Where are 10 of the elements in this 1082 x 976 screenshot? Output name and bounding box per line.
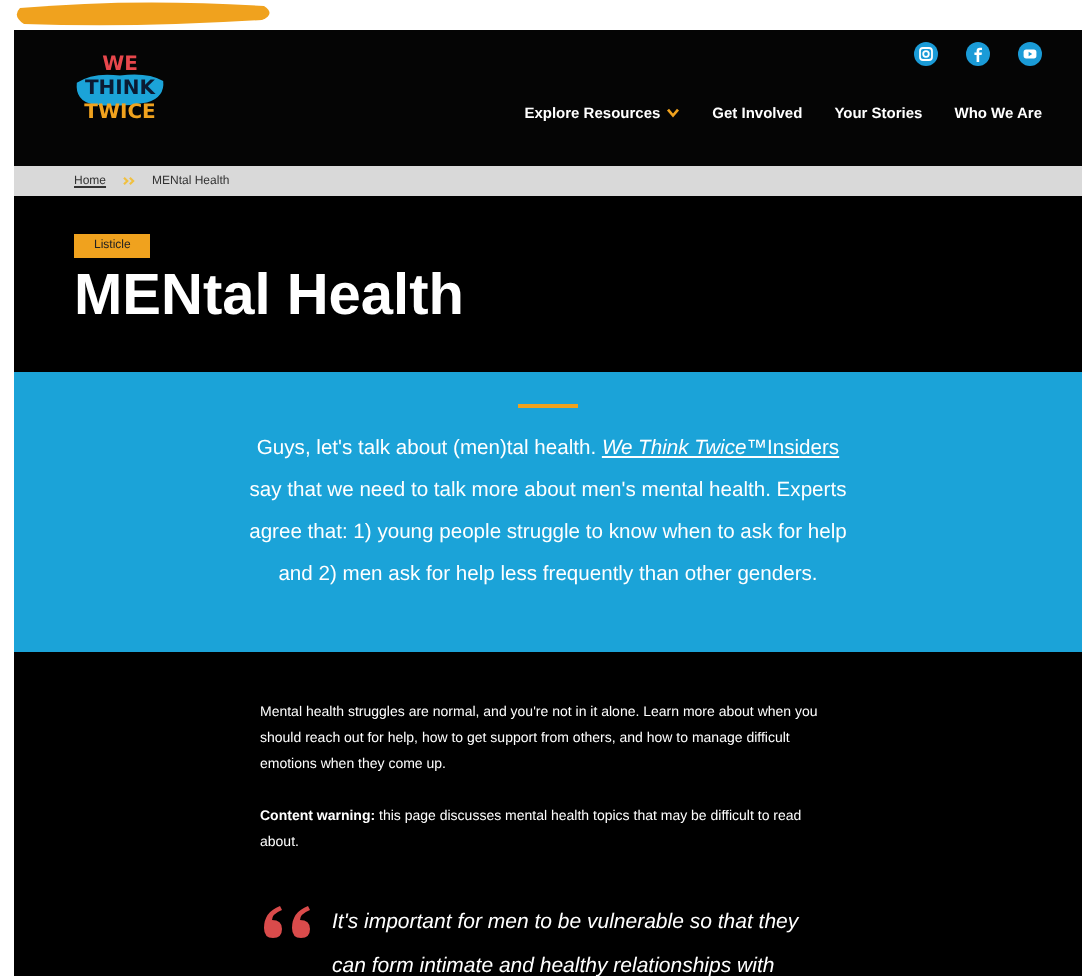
intro-paragraph: Guys, let's talk about (men)tal health. We Think Twice™Insiders say that we need to talk more about men's mental health. Experts agree that: 1) young people struggle to know when to ask for help and 2) men ask for help less frequently than other genders. bbox=[247, 436, 849, 590]
facebook-icon[interactable] bbox=[966, 42, 990, 66]
camera-icon[interactable] bbox=[914, 42, 938, 66]
logo[interactable]: WE THINK TWICE bbox=[70, 54, 170, 126]
page-title: MENtal Health bbox=[74, 262, 464, 330]
double-chevron-icon bbox=[122, 176, 137, 186]
quote-icon bbox=[260, 904, 316, 940]
pull-quote: It's important for men to be vulnerable so that they can form intimate and healthy relationships with bbox=[332, 908, 801, 976]
play-icon[interactable] bbox=[1018, 42, 1042, 66]
chevron-down-icon bbox=[666, 108, 681, 118]
